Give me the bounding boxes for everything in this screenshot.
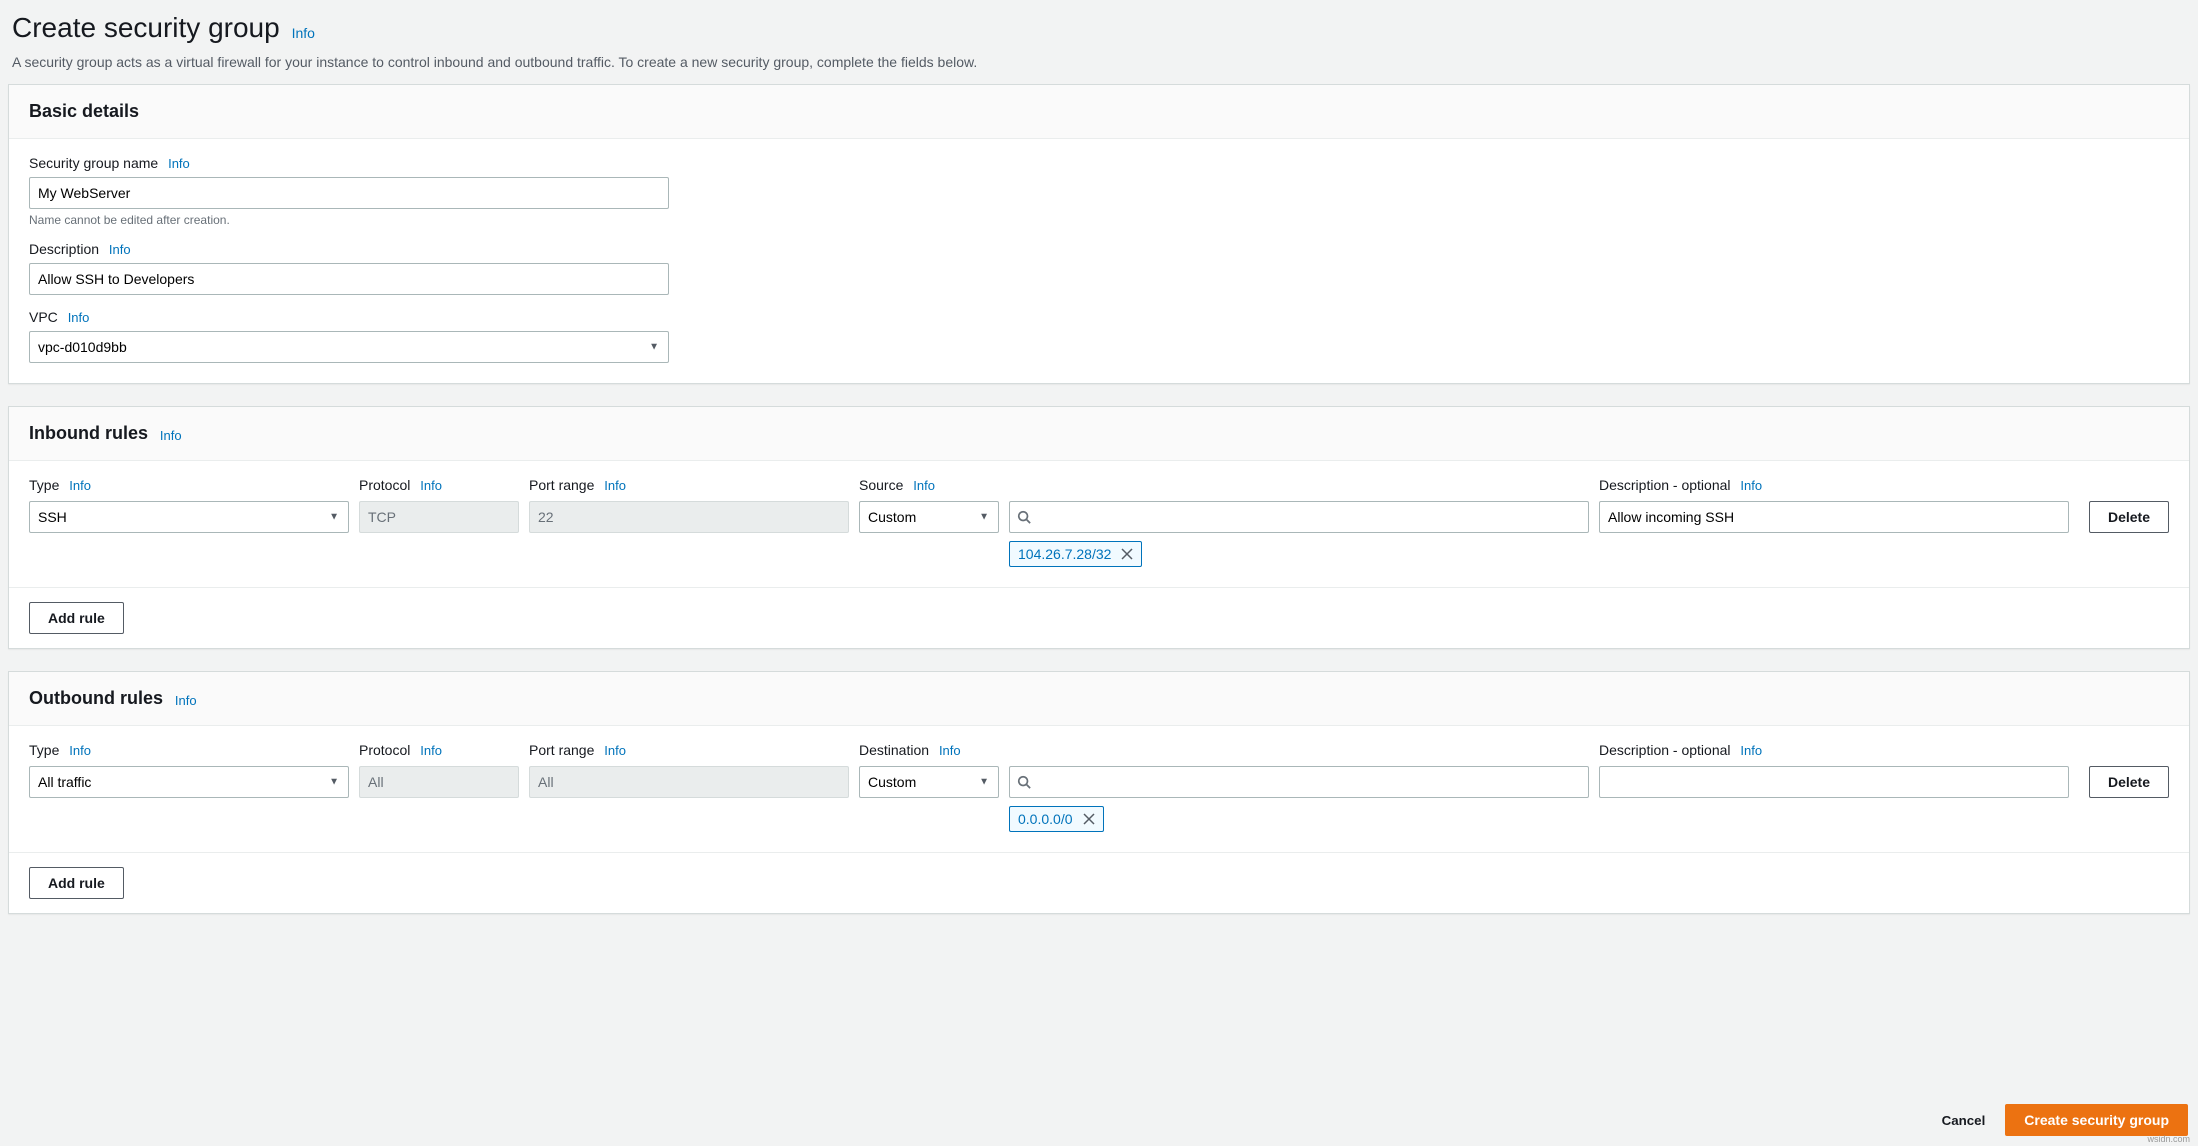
page-title: Create security group bbox=[12, 12, 280, 44]
outbound-dest-mode-select[interactable] bbox=[859, 766, 999, 798]
create-security-group-button[interactable]: Create security group bbox=[2005, 1104, 2188, 1136]
inbound-source-header: Source Info bbox=[859, 477, 999, 493]
vpc-field: VPC Info ▼ bbox=[29, 309, 2169, 363]
vpc-info-link[interactable]: Info bbox=[68, 310, 90, 325]
inbound-protocol-cell: TCP bbox=[359, 501, 519, 533]
inbound-add-rule-button[interactable]: Add rule bbox=[29, 602, 124, 634]
page-subtitle: A security group acts as a virtual firew… bbox=[12, 54, 2186, 70]
outbound-dest-search-input[interactable] bbox=[1009, 766, 1589, 798]
outbound-dest-mode-cell: ▼ bbox=[859, 766, 999, 798]
outbound-rules-title: Outbound rules bbox=[29, 688, 163, 709]
token-label: 0.0.0.0/0 bbox=[1018, 811, 1073, 827]
basic-details-panel: Basic details Security group name Info N… bbox=[8, 84, 2190, 384]
security-group-name-hint: Name cannot be edited after creation. bbox=[29, 213, 2169, 227]
inbound-port-cell: 22 bbox=[529, 501, 849, 533]
outbound-dest-search-cell: 0.0.0.0/0 bbox=[1009, 766, 1589, 832]
outbound-desc-header: Description - optional Info bbox=[1599, 742, 2069, 758]
inbound-source-search-input[interactable] bbox=[1009, 501, 1589, 533]
outbound-delete-button[interactable]: Delete bbox=[2089, 766, 2169, 798]
vpc-select-wrap: ▼ bbox=[29, 331, 669, 363]
inbound-type-cell: ▼ bbox=[29, 501, 349, 533]
outbound-protocol-header: Protocol Info bbox=[359, 742, 519, 758]
inbound-protocol-readonly: TCP bbox=[359, 501, 519, 533]
inbound-type-select[interactable] bbox=[29, 501, 349, 533]
outbound-type-header: Type Info bbox=[29, 742, 349, 758]
outbound-info-link[interactable]: Info bbox=[175, 693, 197, 708]
outbound-desc-cell bbox=[1599, 766, 2069, 798]
remove-token-icon[interactable] bbox=[1083, 813, 1095, 825]
inbound-delete-button[interactable]: Delete bbox=[2089, 501, 2169, 533]
description-info-link[interactable]: Info bbox=[109, 242, 131, 257]
outbound-desc-info[interactable]: Info bbox=[1740, 743, 1762, 758]
security-group-name-label: Security group name Info bbox=[29, 155, 2169, 171]
outbound-dest-token: 0.0.0.0/0 bbox=[1009, 806, 1104, 832]
inbound-protocol-header: Protocol Info bbox=[359, 477, 519, 493]
inbound-type-info[interactable]: Info bbox=[69, 478, 91, 493]
outbound-port-header: Port range Info bbox=[529, 742, 849, 758]
outbound-port-cell: All bbox=[529, 766, 849, 798]
outbound-port-info[interactable]: Info bbox=[604, 743, 626, 758]
inbound-port-header: Port range Info bbox=[529, 477, 849, 493]
inbound-rules-header: Inbound rules Info bbox=[9, 407, 2189, 461]
sg-name-info-link[interactable]: Info bbox=[168, 156, 190, 171]
page-header: Create security group Info A security gr… bbox=[8, 8, 2190, 84]
inbound-desc-cell bbox=[1599, 501, 2069, 533]
watermark: wsidn.com bbox=[2147, 1134, 2190, 1144]
inbound-source-token: 104.26.7.28/32 bbox=[1009, 541, 1142, 567]
outbound-rules-panel: Outbound rules Info Type Info Protocol I… bbox=[8, 671, 2190, 914]
remove-token-icon[interactable] bbox=[1121, 548, 1133, 560]
inbound-source-mode-cell: ▼ bbox=[859, 501, 999, 533]
inbound-source-info[interactable]: Info bbox=[913, 478, 935, 493]
description-label: Description Info bbox=[29, 241, 2169, 257]
inbound-rules-grid: Type Info Protocol Info Port range Info … bbox=[29, 477, 2169, 567]
vpc-label: VPC Info bbox=[29, 309, 2169, 325]
inbound-rules-panel: Inbound rules Info Type Info Protocol In… bbox=[8, 406, 2190, 649]
inbound-protocol-info[interactable]: Info bbox=[420, 478, 442, 493]
actions-bar: Cancel Create security group bbox=[1932, 1104, 2188, 1136]
page-info-link[interactable]: Info bbox=[292, 25, 315, 41]
outbound-protocol-cell: All bbox=[359, 766, 519, 798]
outbound-rules-grid: Type Info Protocol Info Port range Info … bbox=[29, 742, 2169, 832]
outbound-protocol-readonly: All bbox=[359, 766, 519, 798]
outbound-protocol-info[interactable]: Info bbox=[420, 743, 442, 758]
inbound-port-info[interactable]: Info bbox=[604, 478, 626, 493]
inbound-info-link[interactable]: Info bbox=[160, 428, 182, 443]
inbound-delete-cell: Delete bbox=[2079, 501, 2169, 533]
outbound-type-cell: ▼ bbox=[29, 766, 349, 798]
basic-details-header: Basic details bbox=[9, 85, 2189, 139]
basic-details-title: Basic details bbox=[29, 101, 139, 122]
outbound-delete-cell: Delete bbox=[2079, 766, 2169, 798]
outbound-rules-header: Outbound rules Info bbox=[9, 672, 2189, 726]
inbound-rules-title: Inbound rules bbox=[29, 423, 148, 444]
description-field: Description Info bbox=[29, 241, 2169, 295]
inbound-source-mode-select[interactable] bbox=[859, 501, 999, 533]
cancel-button[interactable]: Cancel bbox=[1932, 1104, 1996, 1136]
description-input[interactable] bbox=[29, 263, 669, 295]
outbound-type-select[interactable] bbox=[29, 766, 349, 798]
outbound-type-info[interactable]: Info bbox=[69, 743, 91, 758]
inbound-type-header: Type Info bbox=[29, 477, 349, 493]
security-group-name-input[interactable] bbox=[29, 177, 669, 209]
inbound-desc-input[interactable] bbox=[1599, 501, 2069, 533]
outbound-dest-header: Destination Info bbox=[859, 742, 999, 758]
outbound-dest-info[interactable]: Info bbox=[939, 743, 961, 758]
outbound-dest-tokens: 0.0.0.0/0 bbox=[1009, 806, 1589, 832]
security-group-name-field: Security group name Info Name cannot be … bbox=[29, 155, 2169, 227]
outbound-port-readonly: All bbox=[529, 766, 849, 798]
inbound-desc-header: Description - optional Info bbox=[1599, 477, 2069, 493]
inbound-source-tokens: 104.26.7.28/32 bbox=[1009, 541, 1589, 567]
inbound-source-search-cell: 104.26.7.28/32 bbox=[1009, 501, 1589, 567]
inbound-desc-info[interactable]: Info bbox=[1740, 478, 1762, 493]
token-label: 104.26.7.28/32 bbox=[1018, 546, 1111, 562]
inbound-port-readonly: 22 bbox=[529, 501, 849, 533]
outbound-desc-input[interactable] bbox=[1599, 766, 2069, 798]
vpc-select[interactable] bbox=[29, 331, 669, 363]
outbound-add-rule-button[interactable]: Add rule bbox=[29, 867, 124, 899]
